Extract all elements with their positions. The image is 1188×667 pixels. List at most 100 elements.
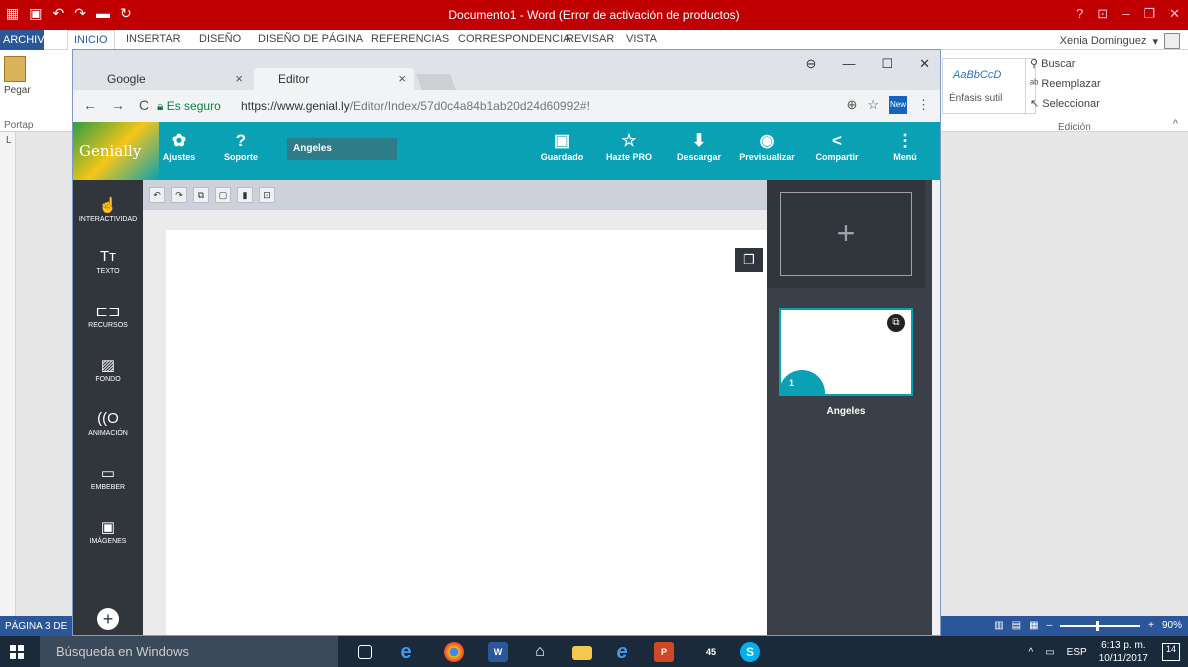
sidebar-item-texto[interactable]: Tт TEXTO — [73, 248, 143, 275]
network-icon[interactable]: ▭ — [1045, 647, 1054, 658]
taskbar-search[interactable]: Búsqueda en Windows — [40, 636, 338, 667]
canvas-toolbar: ↶ ↷ ⧉ ▢ ▮ ⊡ — [143, 180, 767, 210]
paste-button[interactable]: Pegar — [4, 56, 44, 96]
zoom-in-icon[interactable]: + — [1148, 620, 1154, 631]
minimize-icon[interactable]: — — [842, 56, 855, 72]
url-field[interactable]: https://www.genial.ly/Editor/Index/57d0c… — [241, 99, 590, 113]
bookmark-star-icon[interactable]: ☆ — [867, 97, 879, 113]
forward-icon[interactable]: → — [111, 97, 125, 113]
paste-icon[interactable]: ▢ — [215, 187, 231, 203]
powerpoint-icon[interactable]: P — [654, 642, 674, 662]
ribbon-display-icon[interactable]: ⊡ — [1097, 6, 1108, 22]
copy-slide-icon[interactable]: ⧉ — [887, 314, 905, 332]
language-indicator[interactable]: ESP — [1067, 647, 1087, 658]
zoom-icon[interactable]: ⊕ — [846, 97, 857, 113]
minimize-icon[interactable]: – — [1122, 6, 1129, 22]
file-explorer-icon[interactable] — [572, 646, 592, 660]
chrome-icon[interactable] — [444, 642, 464, 662]
redo-icon[interactable]: ↷ — [171, 187, 187, 203]
sidebar-item-fondo[interactable]: ▨ FONDO — [73, 356, 143, 383]
copy-icon[interactable]: ⧉ — [193, 187, 209, 203]
paste-label: Pegar — [4, 85, 31, 96]
print-layout-icon[interactable]: ▤ — [1012, 620, 1021, 631]
read-mode-icon[interactable]: ▥ — [994, 620, 1003, 631]
maximize-icon[interactable]: ☐ — [881, 56, 893, 72]
panel-scrollbar[interactable] — [932, 180, 940, 635]
settings-button[interactable]: ✿ Ajustes — [161, 130, 197, 162]
collapse-ribbon-icon[interactable]: ^ — [1173, 118, 1178, 130]
tab-selector-icon[interactable]: L — [6, 135, 12, 146]
reload-icon[interactable]: C — [139, 97, 149, 113]
ie-icon[interactable]: e — [612, 642, 632, 662]
trash-icon[interactable]: ▮ — [237, 187, 253, 203]
store-icon[interactable]: ⌂ — [530, 642, 550, 662]
extension-icon[interactable]: New — [889, 96, 907, 114]
share-icon: < — [832, 131, 842, 150]
edge-icon[interactable]: e — [396, 642, 416, 662]
close-icon[interactable]: ✕ — [919, 56, 930, 72]
preview-button[interactable]: ◉ Previsualizar — [735, 130, 799, 162]
styles-gallery[interactable]: AaBbCcD Énfasis sutil — [942, 58, 1036, 115]
show-hidden-icon[interactable]: ^ — [1029, 647, 1034, 658]
avatar — [1164, 33, 1180, 49]
task-view-icon[interactable] — [358, 645, 372, 659]
profile-icon[interactable]: ⊖ — [806, 56, 817, 72]
page-indicator[interactable]: PÁGINA 3 DE — [5, 621, 67, 632]
find-button[interactable]: ⚲ Buscar — [1030, 54, 1101, 74]
sidebar-item-interactividad[interactable]: ☝ INTERACTIVIDAD — [73, 196, 143, 223]
add-slide-button[interactable]: + — [780, 192, 912, 276]
tab-diseno-pagina[interactable]: DISEÑO DE PÁGINA — [258, 33, 363, 45]
tab-inicio[interactable]: INICIO — [67, 30, 115, 51]
word-icon[interactable]: W — [488, 642, 508, 662]
tab-google[interactable]: Google × — [83, 68, 251, 90]
tab-revisar[interactable]: REVISAR — [566, 33, 614, 45]
add-button[interactable]: + — [97, 608, 119, 630]
chrome-menu-icon[interactable]: ⋮ — [917, 97, 930, 113]
skype-icon[interactable]: S — [740, 642, 760, 662]
back-icon[interactable]: ← — [83, 97, 97, 113]
sidebar-item-recursos[interactable]: ⊏⊐ RECURSOS — [73, 302, 143, 329]
clock[interactable]: 6:13 p. m. 10/11/2017 — [1099, 639, 1148, 665]
menu-button[interactable]: ⋮ Menú — [885, 130, 925, 162]
close-icon[interactable]: ✕ — [1169, 6, 1180, 22]
undo-icon[interactable]: ↶ — [149, 187, 165, 203]
sidebar-item-animacion[interactable]: ((O ANIMACIÓN — [73, 410, 143, 437]
sidebar-item-embeber[interactable]: ▭ EMBEBER — [73, 464, 143, 491]
project-name-input[interactable]: Angeles — [287, 138, 397, 160]
tab-insertar[interactable]: INSERTAR — [126, 33, 181, 45]
tab-vista[interactable]: VISTA — [626, 33, 657, 45]
share-button[interactable]: < Compartir — [809, 130, 865, 162]
sidebar-item-imagenes[interactable]: ▣ IMÁGENES — [73, 518, 143, 545]
download-button[interactable]: ⬇ Descargar — [673, 130, 725, 162]
zoom-level[interactable]: 90% — [1162, 620, 1182, 631]
zoom-out-icon[interactable]: – — [1047, 620, 1053, 631]
restore-icon[interactable]: ❐ — [1143, 6, 1155, 22]
close-tab-icon[interactable]: × — [398, 71, 406, 86]
genially-logo[interactable]: Genially — [73, 122, 159, 180]
close-tab-icon[interactable]: × — [235, 71, 243, 86]
secure-indicator[interactable]: 🔒︎ Es seguro — [157, 99, 221, 114]
web-layout-icon[interactable]: ▦ — [1029, 620, 1038, 631]
lock-icon[interactable]: ⊡ — [259, 187, 275, 203]
duplicate-slide-icon[interactable]: ❐ — [735, 248, 763, 272]
slide-canvas[interactable] — [166, 230, 767, 635]
tab-correspondencia[interactable]: CORRESPONDENCIA — [458, 33, 570, 45]
user-account[interactable]: Xenia Dominguez ▾ — [1060, 33, 1180, 49]
action-center-icon[interactable]: 14 — [1162, 643, 1180, 661]
support-button[interactable]: ? Soporte — [221, 130, 261, 162]
select-button[interactable]: ↖ Seleccionar — [1030, 94, 1101, 114]
tab-editor[interactable]: Editor × — [254, 68, 414, 90]
tab-diseno[interactable]: DISEÑO — [199, 33, 241, 45]
help-icon[interactable]: ? — [1076, 6, 1083, 22]
slide-thumbnail[interactable]: 1 ⧉ — [779, 308, 913, 396]
hazte-pro-button[interactable]: ☆ Hazte PRO — [603, 130, 655, 162]
tab-referencias[interactable]: REFERENCIAS — [371, 33, 449, 45]
word-window-title: Documento1 - Word (Error de activación d… — [448, 8, 740, 22]
new-tab-button[interactable] — [416, 74, 456, 90]
saved-button[interactable]: ▣ Guardado — [537, 130, 587, 162]
tab-archivo[interactable]: ARCHIVO — [0, 30, 53, 50]
replace-button[interactable]: ᵃᵇ Reemplazar — [1030, 74, 1101, 94]
mail-icon[interactable]: 45 — [696, 642, 726, 662]
zoom-slider[interactable] — [1060, 620, 1141, 631]
start-button[interactable] — [10, 645, 24, 659]
